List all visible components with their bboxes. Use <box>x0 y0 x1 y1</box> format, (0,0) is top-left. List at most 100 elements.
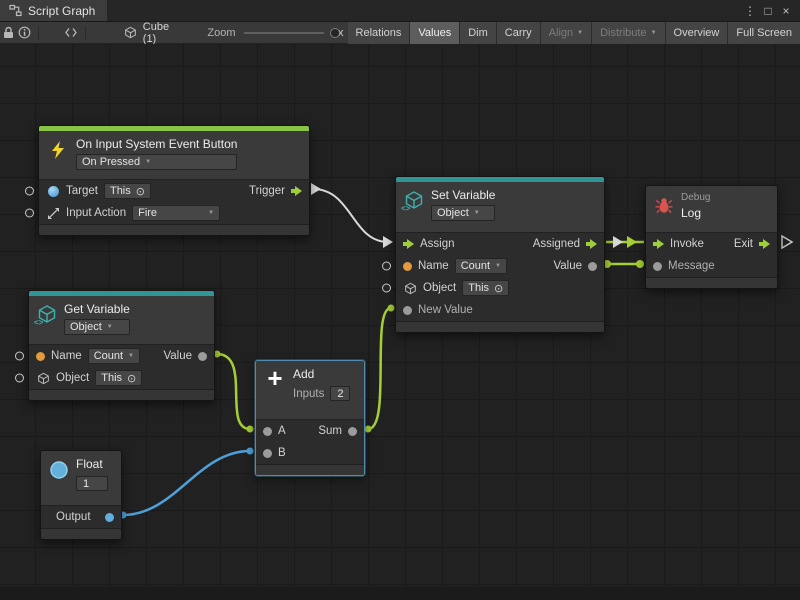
target-icon: ⊙ <box>136 185 145 198</box>
cube-icon <box>124 26 138 40</box>
name-dropdown[interactable]: Count ▼ <box>88 348 140 364</box>
input-action-dropdown[interactable]: Fire ▼ <box>132 205 220 221</box>
wire-arrow <box>613 236 623 248</box>
dim-button[interactable]: Dim <box>460 22 496 44</box>
node-body: Invoke Exit Message <box>646 232 777 277</box>
object-this-chip[interactable]: This ⊙ <box>95 370 142 386</box>
variable-scope-dropdown[interactable]: Object ▼ <box>431 205 495 221</box>
node-header[interactable]: <> Get Variable Object ▼ <box>29 296 214 344</box>
assign-port[interactable] <box>403 239 414 249</box>
assigned-port[interactable] <box>586 239 597 249</box>
zoom-slider[interactable] <box>244 32 324 34</box>
wire-sum-to-newvalue <box>368 308 391 429</box>
a-port[interactable] <box>263 427 272 436</box>
node-header[interactable]: Float 1 <box>41 451 121 505</box>
node-body: Output <box>41 505 121 528</box>
node-get-variable[interactable]: <> Get Variable Object ▼ Name Count <box>28 290 215 401</box>
input-action-icon <box>46 206 60 220</box>
object-port-external[interactable] <box>382 284 391 293</box>
trigger-label: Trigger <box>249 185 285 197</box>
toolbar-button-group: Relations Values Dim Carry Align▼ Distri… <box>348 22 800 44</box>
output-port[interactable] <box>105 513 114 522</box>
target-this-chip[interactable]: This ⊙ <box>104 183 151 199</box>
zoom-slider-knob[interactable] <box>330 28 340 38</box>
node-category: Debug <box>681 192 710 203</box>
maximize-button[interactable]: □ <box>760 2 776 20</box>
name-dropdown[interactable]: Count ▼ <box>455 258 507 274</box>
chevron-down-icon: ▼ <box>474 210 480 216</box>
exit-label: Exit <box>734 238 753 250</box>
value-out-port[interactable] <box>588 262 597 271</box>
sum-port[interactable] <box>348 427 357 436</box>
new-value-port[interactable] <box>403 306 412 315</box>
message-port[interactable] <box>653 262 662 271</box>
node-header[interactable]: On Input System Event Button On Pressed … <box>39 131 309 179</box>
object-this-chip[interactable]: This ⊙ <box>462 280 509 296</box>
overview-button[interactable]: Overview <box>666 22 728 44</box>
node-header[interactable]: Debug Log <box>646 186 777 232</box>
object-port-external[interactable] <box>15 374 24 383</box>
carry-button[interactable]: Carry <box>497 22 540 44</box>
info-button[interactable] <box>16 22 32 44</box>
b-port[interactable] <box>263 449 272 458</box>
name-port[interactable] <box>36 352 45 361</box>
row-input-action: Input Action Fire ▼ <box>39 202 309 224</box>
node-set-variable[interactable]: <> Set Variable Object ▼ Assign Assigned <box>395 176 605 333</box>
fullscreen-button[interactable]: Full Screen <box>728 22 800 44</box>
row-object: Object This ⊙ <box>29 367 214 389</box>
event-mode-dropdown[interactable]: On Pressed ▼ <box>76 154 237 170</box>
graph-canvas[interactable]: On Input System Event Button On Pressed … <box>0 44 800 600</box>
name-port-external[interactable] <box>15 352 24 361</box>
sum-label: Sum <box>318 425 342 437</box>
name-port-external[interactable] <box>382 262 391 271</box>
values-button[interactable]: Values <box>410 22 459 44</box>
align-dropdown-button[interactable]: Align▼ <box>541 22 591 44</box>
wire-arrow <box>311 183 321 195</box>
zoom-label: Zoom <box>207 27 235 39</box>
exit-port[interactable] <box>759 239 770 249</box>
row-name: Name Count ▼ Value <box>396 255 604 277</box>
window-menu-button[interactable]: ⋮ <box>742 2 758 20</box>
tab-script-graph[interactable]: Script Graph <box>0 0 107 21</box>
node-header[interactable]: + Add Inputs 2 <box>256 361 364 419</box>
graph-target-button[interactable]: Cube (1) <box>118 21 180 45</box>
node-title: Log <box>681 206 710 220</box>
script-graph-window: Script Graph ⋮ □ × <box>0 0 800 600</box>
node-title: Add <box>293 367 350 381</box>
node-footer <box>396 321 604 332</box>
node-on-input-event[interactable]: On Input System Event Button On Pressed … <box>38 125 310 236</box>
collapse-chevrons-icon[interactable] <box>63 22 79 44</box>
row-object: Object This ⊙ <box>396 277 604 299</box>
row-message: Message <box>646 255 777 277</box>
wire-endpoint <box>365 426 372 433</box>
invoke-port[interactable] <box>653 239 664 249</box>
float-value-field[interactable]: 1 <box>76 476 108 491</box>
distribute-dropdown-button[interactable]: Distribute▼ <box>592 22 664 44</box>
target-icon: ⊙ <box>494 282 503 295</box>
inputs-count-field[interactable]: 2 <box>330 386 350 401</box>
value-label: Value <box>163 350 192 362</box>
value-label: Value <box>553 260 582 272</box>
chevron-down-icon: ▼ <box>208 210 214 216</box>
name-port[interactable] <box>403 262 412 271</box>
value-out-port[interactable] <box>198 352 207 361</box>
node-header[interactable]: <> Set Variable Object ▼ <box>396 182 604 232</box>
input-action-port-external[interactable] <box>25 209 34 218</box>
chevron-down-icon: ▼ <box>495 263 501 269</box>
close-button[interactable]: × <box>778 2 794 20</box>
tab-title: Script Graph <box>28 4 95 18</box>
assign-label: Assign <box>420 238 455 250</box>
node-title: On Input System Event Button <box>76 137 237 151</box>
target-port-external[interactable] <box>25 187 34 196</box>
node-title: Get Variable <box>64 302 130 316</box>
node-add[interactable]: + Add Inputs 2 A Sum <box>255 360 365 476</box>
node-debug-log[interactable]: Debug Log Invoke Exit Message <box>645 185 778 289</box>
variable-scope-dropdown[interactable]: Object ▼ <box>64 319 130 335</box>
float-sphere-icon <box>49 460 69 480</box>
graph-toolbar: Cube (1) Zoom 1x Relations Values Dim Ca… <box>0 22 800 44</box>
lock-button[interactable] <box>0 22 16 44</box>
trigger-port[interactable] <box>291 186 302 196</box>
relations-button[interactable]: Relations <box>348 22 410 44</box>
b-label: B <box>278 447 286 459</box>
node-float[interactable]: Float 1 Output <box>40 450 122 540</box>
